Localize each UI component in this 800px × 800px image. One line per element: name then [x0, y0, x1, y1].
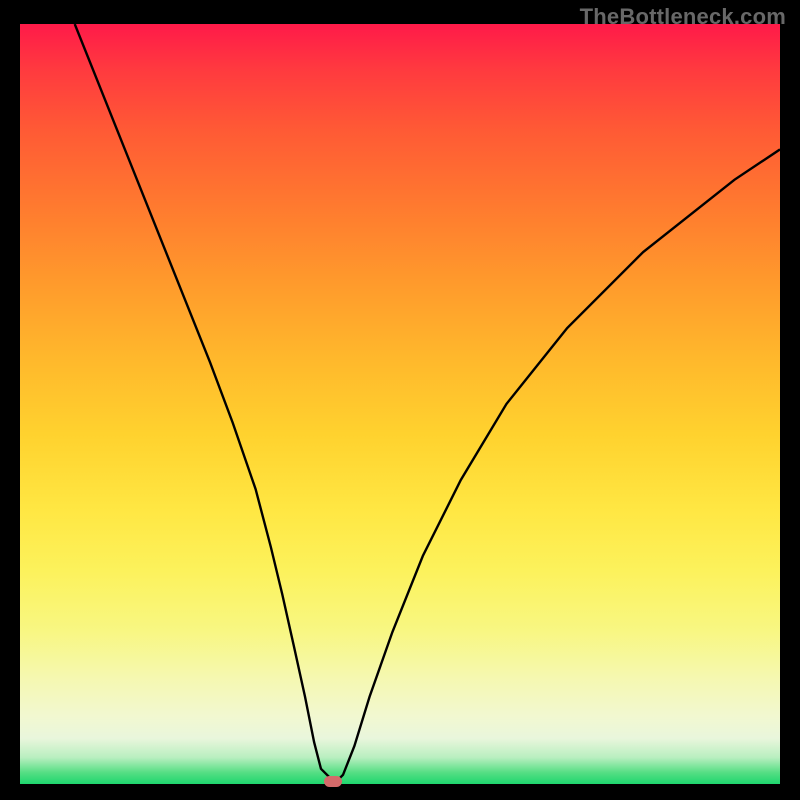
- curve-path: [75, 24, 780, 782]
- optimal-marker: [324, 776, 342, 787]
- plot-area: [20, 24, 780, 784]
- chart-frame: TheBottleneck.com: [0, 0, 800, 800]
- bottleneck-curve: [20, 24, 780, 784]
